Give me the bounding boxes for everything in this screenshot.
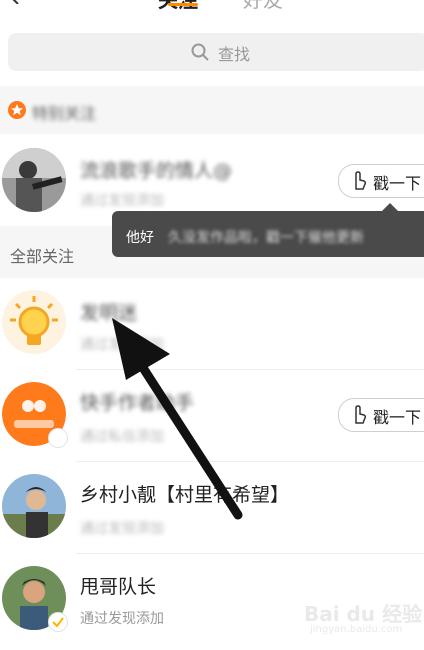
tab-friends[interactable]: 好友 bbox=[243, 0, 283, 13]
poke-tooltip: 他好 久没发作品啦，戳一下催他更新 bbox=[112, 203, 424, 257]
hand-pointer-icon bbox=[355, 405, 367, 424]
contact-source: 通过发现添加 bbox=[80, 611, 164, 627]
contact-source: 通过私信添加 bbox=[80, 429, 164, 445]
contact-name: 发明迷 bbox=[80, 298, 137, 325]
contact-name: 快手作者助手 bbox=[80, 392, 195, 414]
active-tab-indicator bbox=[168, 3, 198, 6]
list-item[interactable]: 快手作者助手 通过私信添加 戳一下 bbox=[0, 370, 424, 462]
contact-name: 流浪歌手的情人@ bbox=[80, 160, 233, 182]
top-bar: 关注 好友 bbox=[0, 0, 424, 24]
all-follow-label: 全部关注 bbox=[10, 247, 75, 266]
tooltip-caret bbox=[382, 203, 398, 211]
check-icon bbox=[48, 612, 68, 632]
contact-source: 通过发现添加 bbox=[80, 337, 164, 353]
hand-pointer-icon bbox=[355, 171, 367, 190]
contact-source: 通过发现添加 bbox=[80, 193, 164, 209]
contact-name: 甩哥队长 bbox=[80, 576, 157, 598]
watermark-title: Bai du 经验 bbox=[304, 602, 423, 626]
special-follow-section: 特别关注 bbox=[0, 86, 424, 134]
poke-button[interactable]: 戳一下 bbox=[338, 164, 424, 198]
list-item[interactable]: 乡村小靓【村里有希望】 通过发现添加 bbox=[0, 462, 424, 554]
avatar bbox=[2, 290, 66, 354]
list-item[interactable]: 发明迷 通过发现添加 bbox=[0, 278, 424, 370]
avatar bbox=[2, 474, 66, 538]
search-placeholder: 查找 bbox=[218, 45, 251, 64]
poke-label: 戳一下 bbox=[373, 174, 422, 193]
search-icon bbox=[191, 43, 209, 61]
tooltip-prefix: 他好 bbox=[126, 230, 154, 246]
contact-name-text: 发明迷 bbox=[80, 302, 138, 324]
watermark-logo: Bai du 经验 jingyan.baidu.com bbox=[304, 596, 424, 644]
avatar bbox=[2, 148, 66, 212]
check-icon bbox=[48, 428, 68, 448]
poke-button[interactable]: 戳一下 bbox=[338, 398, 424, 432]
special-follow-label: 特别关注 bbox=[32, 104, 97, 123]
star-icon bbox=[8, 101, 26, 119]
contact-source: 通过发现添加 bbox=[80, 521, 164, 537]
watermark-url: jingyan.baidu.com bbox=[310, 624, 403, 635]
poke-label: 戳一下 bbox=[373, 408, 422, 427]
tab-follow[interactable]: 关注 bbox=[158, 0, 198, 13]
search-input[interactable]: 查找 bbox=[8, 33, 424, 71]
back-arrow-icon[interactable] bbox=[6, 0, 24, 4]
contact-name: 乡村小靓【村里有希望】 bbox=[80, 484, 290, 506]
tooltip-text: 久没发作品啦，戳一下催他更新 bbox=[168, 230, 364, 246]
